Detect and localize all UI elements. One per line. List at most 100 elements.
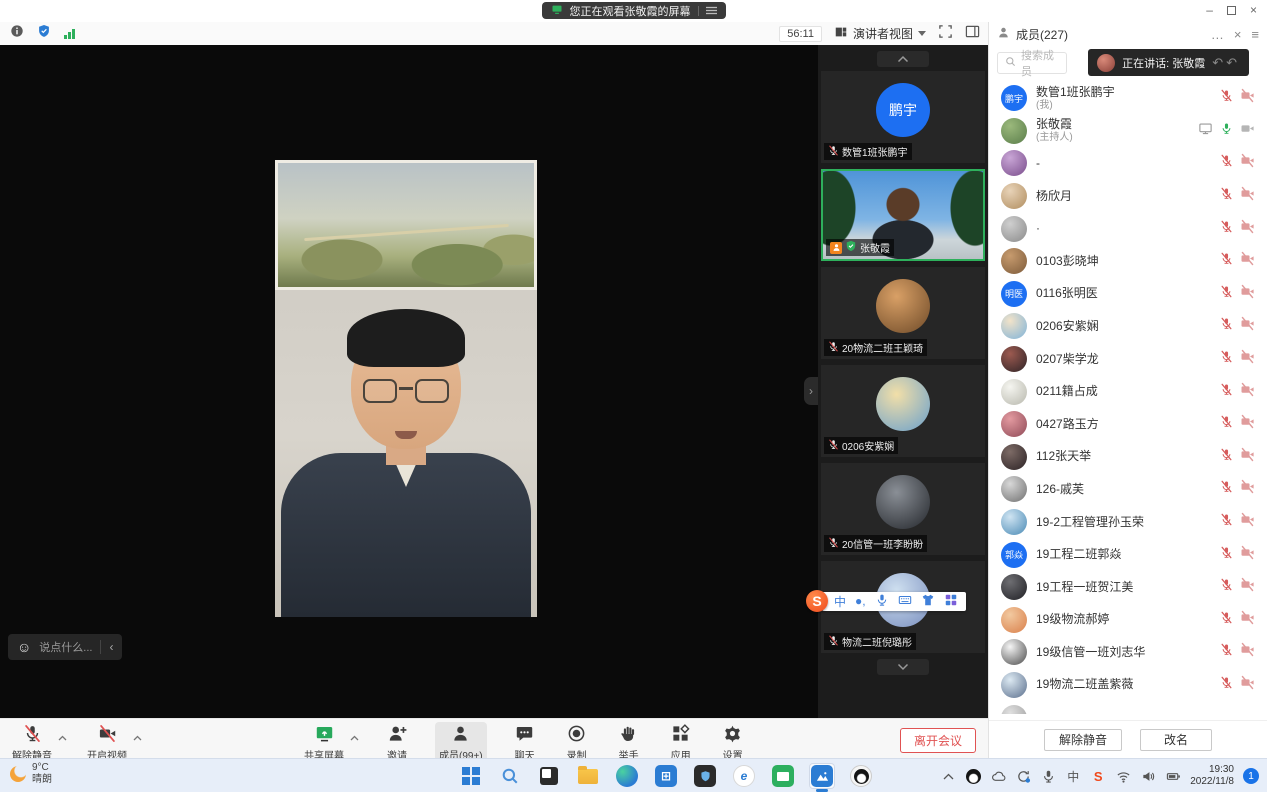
member-row[interactable] <box>989 701 1267 714</box>
strip-scroll-up-button[interactable] <box>877 51 929 67</box>
mic-muted-icon[interactable] <box>1220 676 1233 694</box>
battery-icon[interactable] <box>1165 769 1181 784</box>
cam-muted-icon[interactable] <box>1240 251 1255 271</box>
menu-icon[interactable]: ≡ <box>1251 27 1259 42</box>
cam-muted-icon[interactable] <box>1240 219 1255 239</box>
qq-browser[interactable]: e <box>731 763 757 789</box>
cam-muted-icon[interactable] <box>1240 447 1255 467</box>
qq-app[interactable] <box>848 763 874 789</box>
wps-app[interactable] <box>770 763 796 789</box>
view-selector[interactable]: 演讲者视图 <box>834 25 926 42</box>
search-button[interactable] <box>497 763 523 789</box>
cam-muted-icon[interactable] <box>1240 349 1255 369</box>
tray-expand-icon[interactable] <box>940 773 956 780</box>
minimize-button[interactable]: – <box>1206 3 1213 17</box>
cam-muted-icon[interactable] <box>1240 610 1255 630</box>
ime-grid-icon[interactable] <box>944 593 958 610</box>
weather-widget[interactable]: 9°C 晴朗 <box>10 762 52 785</box>
qq-tray-icon[interactable] <box>965 769 981 784</box>
mic-muted-icon[interactable] <box>1220 187 1233 205</box>
close-button[interactable]: × <box>1250 3 1257 17</box>
mic-muted-icon[interactable] <box>1220 546 1233 564</box>
sync-icon[interactable] <box>1015 769 1031 784</box>
member-list[interactable]: 鹏宇数管1班张鹏宇(我)张敬霞(主持人)-杨欣月·0103彭晓坤明医0116张明… <box>989 82 1267 714</box>
ime-toolbar[interactable]: S 中 ●, <box>806 591 966 611</box>
strip-collapse-handle[interactable]: › <box>804 377 818 405</box>
cam-muted-icon[interactable] <box>1240 88 1255 108</box>
mic-green-icon[interactable] <box>1220 122 1233 140</box>
member-row[interactable]: 杨欣月 <box>989 180 1267 213</box>
ime-keyboard-icon[interactable] <box>898 593 912 610</box>
screen-gray-icon[interactable] <box>1198 121 1213 141</box>
ime-lang-icon[interactable]: 中 <box>1065 768 1081 785</box>
security-app[interactable] <box>692 763 718 789</box>
video-tile[interactable]: 鹏宇数管1班张鹏宇 <box>821 71 985 163</box>
video-tile[interactable]: 张敬霞 <box>821 169 985 261</box>
mic-icon[interactable] <box>1040 769 1056 784</box>
mic-muted-icon[interactable] <box>1220 383 1233 401</box>
member-row[interactable]: 0103彭晓坤 <box>989 245 1267 278</box>
mic-muted-icon[interactable] <box>1220 643 1233 661</box>
member-row[interactable]: 明医0116张明医 <box>989 278 1267 311</box>
sogou-logo-icon[interactable]: S <box>806 590 828 612</box>
strip-scroll-down-button[interactable] <box>877 659 929 675</box>
wifi-icon[interactable] <box>1115 769 1131 784</box>
search-input[interactable]: 搜索成员 <box>997 52 1067 74</box>
mic-muted-icon[interactable] <box>1220 415 1233 433</box>
ime-lang-label[interactable]: 中 <box>834 593 846 610</box>
ime-mic-icon[interactable] <box>875 593 889 610</box>
member-row[interactable]: 19级物流郝婷 <box>989 604 1267 637</box>
cam-muted-icon[interactable] <box>1240 577 1255 597</box>
cam-muted-icon[interactable] <box>1240 153 1255 173</box>
cam-muted-icon[interactable] <box>1240 316 1255 336</box>
mic-muted-icon[interactable] <box>1220 285 1233 303</box>
leave-meeting-button[interactable]: 离开会议 <box>900 728 976 753</box>
cam-muted-icon[interactable] <box>1240 479 1255 499</box>
shield-icon[interactable] <box>37 24 51 43</box>
caption-collapse-icon[interactable]: ‹ <box>109 640 113 654</box>
caption-input[interactable]: 说点什么... <box>39 639 92 655</box>
signal-icon[interactable] <box>64 28 75 39</box>
banner-menu-icon[interactable] <box>706 2 717 20</box>
cloud-icon[interactable] <box>990 769 1006 784</box>
mic-muted-icon[interactable] <box>1220 317 1233 335</box>
cam-gray-icon[interactable] <box>1240 121 1255 141</box>
member-row[interactable]: 0211籍占成 <box>989 375 1267 408</box>
rename-button[interactable]: 改名 <box>1140 729 1212 751</box>
mic-muted-icon[interactable] <box>1220 220 1233 238</box>
member-row[interactable]: 19物流二班盖紫薇 <box>989 669 1267 702</box>
maximize-button[interactable] <box>1227 6 1236 15</box>
cam-muted-icon[interactable] <box>1240 675 1255 695</box>
caption-bar[interactable]: ☺ 说点什么... ‹ <box>8 634 122 660</box>
member-row[interactable]: 鹏宇数管1班张鹏宇(我) <box>989 82 1267 115</box>
mic-muted-icon[interactable] <box>1220 154 1233 172</box>
annotation-arrow-icons[interactable]: ↶↶ <box>1212 55 1240 71</box>
cam-muted-icon[interactable] <box>1240 284 1255 304</box>
task-view-button[interactable] <box>536 763 562 789</box>
close-panel-icon[interactable]: × <box>1234 27 1242 42</box>
video-tile[interactable]: 20信管一班李盼盼 <box>821 463 985 555</box>
cam-muted-icon[interactable] <box>1240 382 1255 402</box>
cam-muted-icon[interactable] <box>1240 642 1255 662</box>
mic-muted-icon[interactable] <box>1220 448 1233 466</box>
microsoft-store[interactable]: ⊞ <box>653 763 679 789</box>
member-row[interactable]: 126-戚芙 <box>989 473 1267 506</box>
layout-icon[interactable] <box>965 24 980 44</box>
mic-muted-icon[interactable] <box>1220 89 1233 107</box>
taskbar-clock[interactable]: 19:30 2022/11/8 <box>1190 764 1234 789</box>
speaker-video[interactable] <box>275 160 537 617</box>
mic-muted-icon[interactable] <box>1220 611 1233 629</box>
unmute-all-button[interactable]: 解除静音 <box>1044 729 1122 751</box>
emoji-icon[interactable]: ☺ <box>17 640 31 654</box>
member-row[interactable]: - <box>989 147 1267 180</box>
member-row[interactable]: 19-2工程管理孙玉荣 <box>989 506 1267 539</box>
cam-muted-icon[interactable] <box>1240 512 1255 532</box>
mic-muted-icon[interactable] <box>1220 480 1233 498</box>
sogou-icon[interactable]: S <box>1090 769 1106 784</box>
ime-dot-icon[interactable]: ●, <box>855 594 866 608</box>
member-row[interactable]: 张敬霞(主持人) <box>989 115 1267 148</box>
edge-browser[interactable] <box>614 763 640 789</box>
member-row[interactable]: 19级信管一班刘志华 <box>989 636 1267 669</box>
fullscreen-icon[interactable] <box>938 24 953 44</box>
more-icon[interactable]: … <box>1211 27 1224 42</box>
